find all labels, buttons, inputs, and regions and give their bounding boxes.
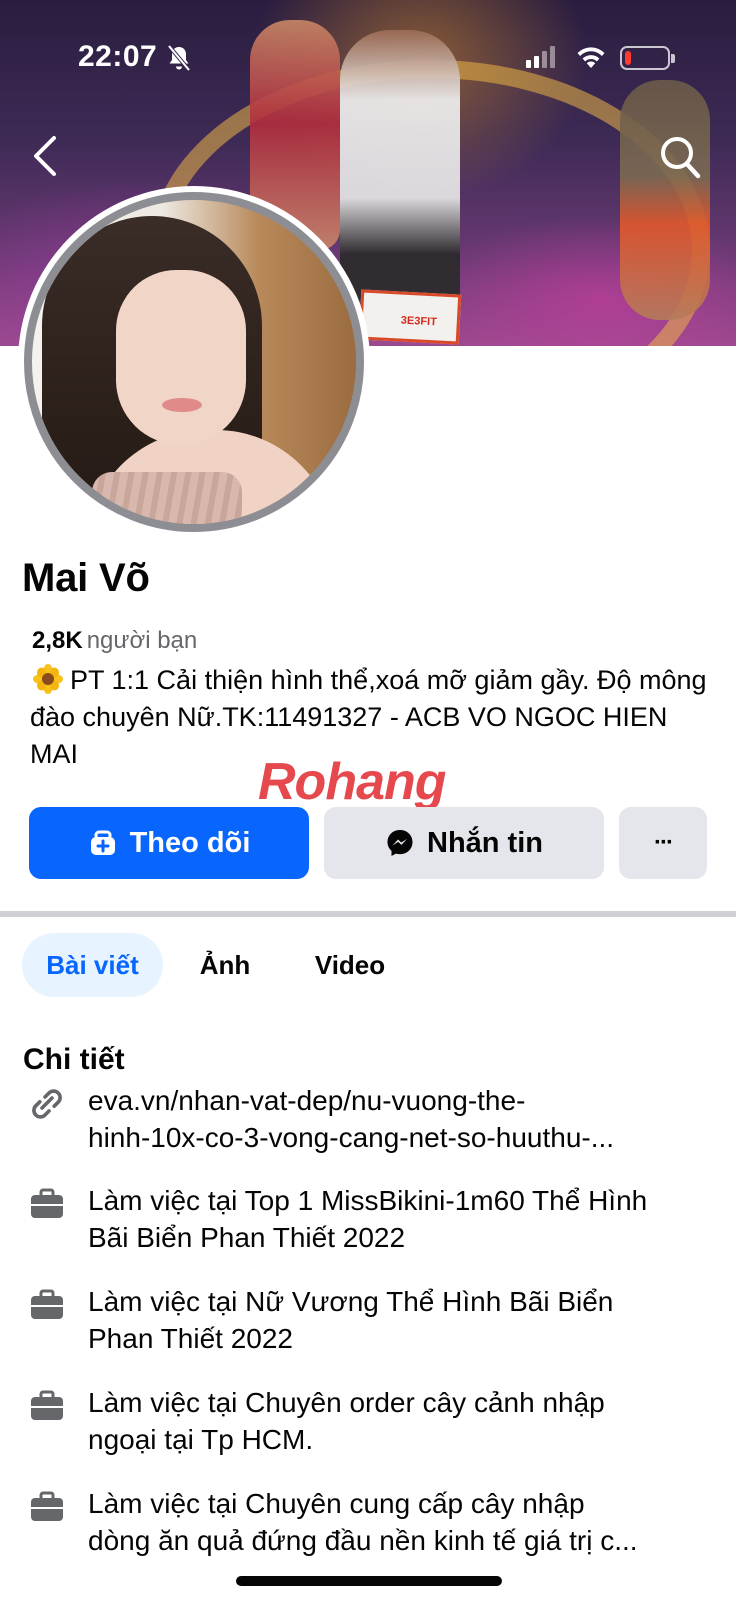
status-time: 22:07 [78, 40, 158, 73]
search-icon [661, 137, 701, 179]
avatar-image [24, 192, 364, 532]
briefcase-icon [31, 1188, 63, 1218]
detail-text: Làm việc tại Chuyên cung cấp cây nhập dò… [88, 1488, 638, 1556]
friends-count-label: người bạn [86, 627, 198, 654]
detail-text: Làm việc tại Nữ Vương Thể Hình Bãi Biển … [88, 1286, 614, 1354]
cover-banner-text: 3E3FIT [400, 314, 438, 329]
follow-button[interactable]: Theo dõi [29, 807, 309, 879]
detail-text: eva.vn/nhan-vat-dep/nu-vuong-the- hinh-1… [88, 1085, 615, 1153]
message-label: Nhắn tin [427, 826, 543, 859]
search-button[interactable] [658, 134, 702, 180]
cover-banner: 3E3FIT [358, 289, 462, 345]
briefcase-icon [31, 1390, 63, 1420]
briefcase-icon [31, 1491, 63, 1521]
more-options-button[interactable]: ··· [619, 807, 707, 879]
battery-level [625, 51, 631, 65]
tab-posts[interactable]: Bài viết [22, 933, 163, 997]
section-divider [0, 911, 736, 917]
friends-count[interactable]: 2,8K người bạn [32, 627, 197, 655]
message-button[interactable]: Nhắn tin [324, 807, 604, 879]
tab-photos[interactable]: Ảnh [185, 933, 265, 997]
cellular-signal-icon [526, 46, 555, 68]
detail-text: Làm việc tại Top 1 MissBikini-1m60 Thể H… [88, 1185, 648, 1253]
cover-figure [620, 80, 710, 320]
link-icon [32, 1089, 62, 1119]
battery-icon [620, 46, 675, 70]
chevron-left-icon [34, 136, 56, 176]
back-button[interactable] [24, 130, 68, 182]
status-bar: 22:07 [0, 0, 736, 110]
detail-text: Làm việc tại Chuyên order cây cảnh nhập … [88, 1387, 605, 1455]
wifi-icon [577, 47, 605, 68]
friends-count-value: 2,8K [32, 627, 83, 654]
more-label: ··· [654, 829, 674, 856]
watermark-logo: Rohang [258, 753, 447, 811]
follow-label: Theo dõi [129, 826, 251, 859]
profile-name: Mai Võ [22, 556, 150, 600]
follow-plus-icon [90, 830, 115, 855]
bell-off-icon [167, 44, 191, 72]
home-indicator[interactable] [236, 1576, 502, 1586]
tab-videos[interactable]: Video [300, 933, 400, 997]
sunflower-emoji-icon [33, 664, 63, 694]
profile-avatar[interactable] [18, 186, 370, 538]
details-title: Chi tiết [23, 1043, 125, 1076]
messenger-icon [387, 830, 413, 856]
briefcase-icon [31, 1289, 63, 1319]
